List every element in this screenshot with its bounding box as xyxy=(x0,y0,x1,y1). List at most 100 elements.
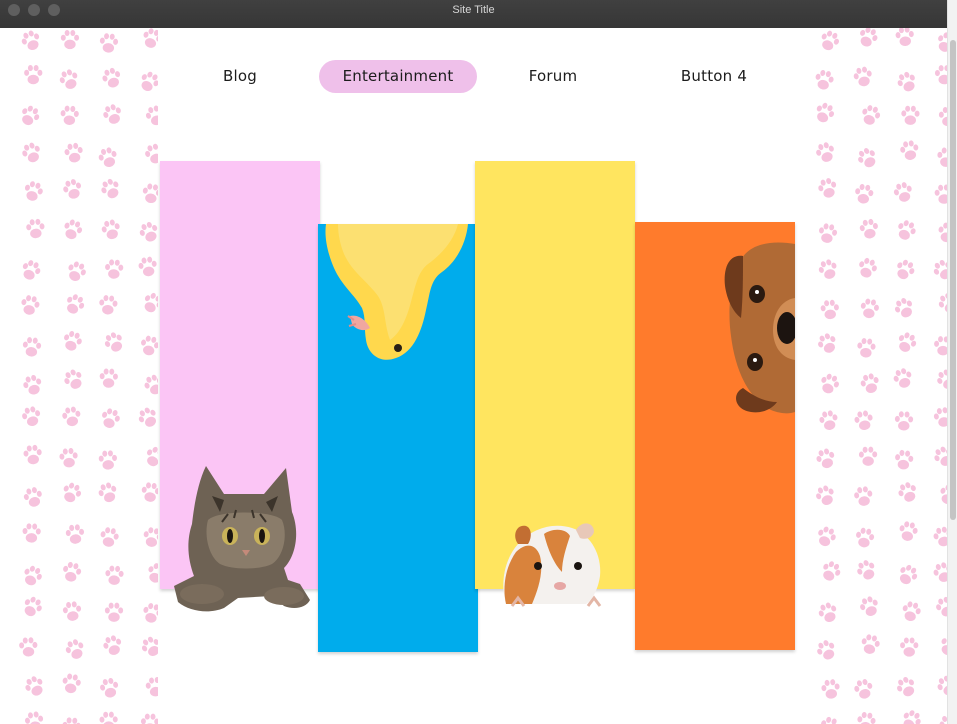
paw-print xyxy=(898,482,916,502)
paw-print xyxy=(898,220,916,240)
paw-print-pattern xyxy=(815,28,947,724)
paw-print xyxy=(21,30,40,51)
page-content: Blog Entertainment Forum Button 4 xyxy=(158,28,795,724)
paw-print xyxy=(818,259,837,279)
paw-print xyxy=(63,562,82,582)
nav-button-4[interactable]: Button 4 xyxy=(663,60,765,93)
paw-print xyxy=(903,710,921,724)
paw-print xyxy=(99,33,119,53)
paw-print xyxy=(145,143,158,164)
scrollbar-thumb[interactable] xyxy=(950,40,956,520)
paw-print xyxy=(21,295,40,315)
paw-print xyxy=(860,596,878,616)
paw-print xyxy=(937,675,947,696)
paw-print xyxy=(144,374,158,395)
paw-print xyxy=(893,182,912,202)
paw-print xyxy=(19,637,38,657)
paw-print xyxy=(63,482,82,503)
paw-print xyxy=(102,67,121,88)
paw-print xyxy=(26,218,45,239)
paw-print xyxy=(22,523,41,543)
paw-print xyxy=(100,677,119,698)
paw-print xyxy=(25,676,43,696)
paw-print xyxy=(818,223,838,243)
paw-print xyxy=(64,369,82,389)
paw-print xyxy=(934,65,947,85)
main-nav: Blog Entertainment Forum Button 4 xyxy=(158,58,795,94)
blue-column xyxy=(318,224,478,652)
paw-print xyxy=(141,71,158,92)
paw-print xyxy=(938,222,947,243)
paw-print xyxy=(860,298,879,319)
paw-print xyxy=(145,105,158,126)
paw-print xyxy=(22,337,42,357)
paw-print xyxy=(940,484,947,505)
paw-print xyxy=(148,563,158,583)
paw-print xyxy=(897,676,915,697)
paw-print xyxy=(24,596,42,617)
paw-print xyxy=(144,292,158,313)
paw-print xyxy=(68,261,86,281)
paw-print xyxy=(67,294,85,314)
paw-print xyxy=(823,561,841,581)
paw-print xyxy=(59,448,78,468)
paw-print xyxy=(104,332,123,352)
paw-print xyxy=(22,142,40,163)
paw-print xyxy=(933,526,947,547)
paw-print xyxy=(901,105,920,125)
paw-print xyxy=(99,295,118,315)
paw-pattern-right xyxy=(795,28,947,724)
paw-print xyxy=(22,406,41,426)
paw-print xyxy=(857,560,875,580)
paw-print xyxy=(859,257,877,278)
paw-print xyxy=(138,256,157,277)
orange-column xyxy=(635,222,795,650)
paw-print xyxy=(138,407,156,427)
paw-print xyxy=(857,712,876,724)
paw-print xyxy=(934,184,947,204)
nav-entertainment-button[interactable]: Entertainment xyxy=(319,60,477,93)
nav-forum-button[interactable]: Forum xyxy=(513,60,593,93)
vertical-scrollbar[interactable] xyxy=(947,0,957,724)
paw-print xyxy=(895,28,914,47)
paw-print xyxy=(941,638,947,656)
dog-image xyxy=(724,242,795,414)
paw-print xyxy=(859,218,878,239)
paw-print xyxy=(821,373,839,394)
paw-print xyxy=(64,219,83,240)
paw-print xyxy=(897,259,915,280)
paw-print xyxy=(23,444,42,465)
paw-print xyxy=(854,679,873,699)
paw-print xyxy=(936,596,947,617)
paw-print xyxy=(142,183,158,204)
paw-print xyxy=(24,711,44,724)
paw-print xyxy=(933,407,947,427)
paw-print xyxy=(140,713,158,724)
paw-print xyxy=(103,104,121,124)
paw-print xyxy=(62,406,81,427)
paw-print xyxy=(816,102,835,123)
paw-print xyxy=(143,28,158,48)
paw-print xyxy=(854,410,873,431)
paw-print xyxy=(102,408,120,428)
paw-print xyxy=(855,184,874,204)
paw-print xyxy=(897,71,915,92)
paw-print xyxy=(62,673,81,694)
paw-print xyxy=(937,369,947,389)
paw-print xyxy=(59,69,78,89)
paw-print xyxy=(860,28,878,47)
paw-print xyxy=(933,259,947,280)
paw-print xyxy=(819,410,838,430)
paw-print xyxy=(145,676,158,697)
paw-print xyxy=(818,178,837,198)
paw-print xyxy=(139,221,158,242)
nav-blog-button[interactable]: Blog xyxy=(200,60,280,93)
paw-print xyxy=(821,679,840,699)
paw-print xyxy=(141,335,158,356)
paw-print xyxy=(104,602,124,622)
paw-print xyxy=(818,602,837,623)
paw-print xyxy=(900,637,919,657)
paw-print xyxy=(858,148,876,168)
paw-pattern-left xyxy=(0,28,158,724)
duckling-image xyxy=(325,224,468,360)
